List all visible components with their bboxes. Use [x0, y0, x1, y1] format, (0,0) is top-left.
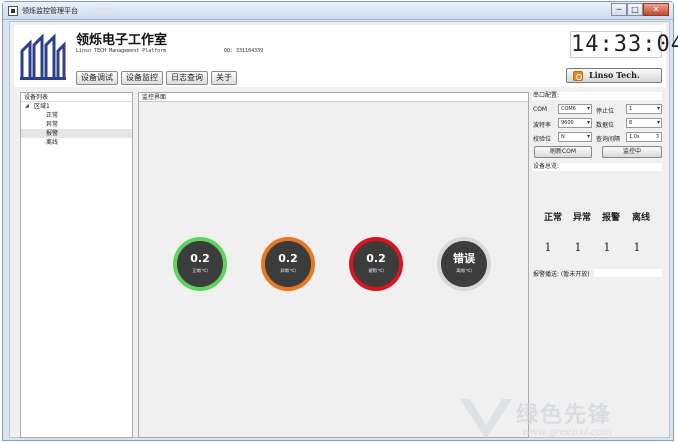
baud-label: 波特率: [533, 122, 552, 129]
gauge-label: 离线(℃): [456, 268, 472, 273]
minimize-button[interactable]: ─: [611, 3, 627, 16]
app-icon: [8, 6, 18, 16]
brand-button-label: Linso Tech.: [589, 70, 640, 80]
gauge-value: 0.2: [366, 252, 386, 265]
nav-device-monitor-button[interactable]: 设备监控: [121, 71, 163, 85]
overview-header-normal: 正常: [543, 213, 562, 223]
window-controls: ─ □ ✕: [611, 3, 669, 16]
stopbit-select[interactable]: 1: [626, 104, 662, 114]
gauge-alarm: 0.2 报警(℃): [349, 237, 403, 291]
gauge-value: 错误: [453, 252, 475, 265]
config-panel: 串口配置: COM COM6 停止位 1 波特率 9600 数据位 8 校验位 …: [532, 90, 666, 438]
parity-select[interactable]: N: [558, 132, 592, 142]
client-area: 领烁电子工作室 Linso TECH Management Platform Q…: [9, 21, 678, 438]
gauge-value: 0.2: [278, 252, 298, 265]
company-name: 领烁电子工作室: [76, 33, 168, 48]
gauge-normal: 0.2 正常(℃): [173, 237, 227, 291]
device-list-header: 设备列表: [21, 93, 132, 102]
maximize-button[interactable]: □: [627, 3, 643, 16]
device-list-panel: 设备列表 ◢ 区域1 正常 异常 报警 离线: [20, 92, 133, 438]
refresh-com-button[interactable]: 刷新COM: [534, 146, 592, 158]
gauge-label: 报警(℃): [368, 268, 384, 273]
gauge-value: 0.2: [190, 252, 210, 265]
monitoring-button[interactable]: 监控中: [602, 146, 662, 158]
tree-item-alarm[interactable]: 报警: [21, 129, 132, 138]
nav-log-query-button[interactable]: 日志查询: [166, 71, 208, 85]
window-title: 领烁监控管理平台: [22, 7, 78, 15]
close-button[interactable]: ✕: [643, 3, 669, 16]
overview-count-abnormal: 1: [574, 241, 582, 254]
gauge-label: 异常(℃): [280, 268, 296, 273]
interval-spinbox[interactable]: 1.0s: [626, 132, 662, 142]
gauge-offline: 错误 离线(℃): [437, 237, 491, 291]
header-panel: 领烁电子工作室 Linso TECH Management Platform Q…: [14, 25, 678, 87]
tree-node-label: 区域1: [34, 103, 50, 110]
brand-icon: [573, 71, 583, 81]
monitor-header: 监控界面: [139, 93, 528, 102]
platform-name: Linso TECH Management Platform: [76, 48, 167, 54]
overview-header-offline: 离线: [631, 213, 650, 223]
monitor-panel: 监控界面 0.2 正常(℃) 0.2 异常(℃) 0.2 报警(℃) 错误 离线…: [138, 92, 529, 438]
alarm-broadcast-label: 报警播送: (暂未开放): [533, 271, 590, 278]
alarm-broadcast-field: [594, 269, 662, 277]
com-label: COM: [533, 106, 548, 113]
nav-bar: 设备调试 设备监控 日志查询 关于: [76, 71, 237, 85]
device-overview-label: 设备总览:: [532, 163, 662, 171]
title-bar[interactable]: 领烁监控管理平台 ─ □ ✕: [3, 2, 673, 20]
tree-item-normal[interactable]: 正常: [21, 111, 132, 120]
interval-label: 查询间隔: [596, 136, 621, 143]
databit-label: 数据位: [596, 122, 615, 129]
expand-arrow-icon[interactable]: ◢: [25, 102, 29, 111]
com-select[interactable]: COM6: [558, 104, 592, 114]
parity-label: 校验位: [533, 136, 552, 143]
baud-select[interactable]: 9600: [558, 118, 592, 128]
stopbit-label: 停止位: [596, 108, 615, 115]
overview-count-alarm: 1: [603, 241, 611, 254]
tree-node-region1[interactable]: ◢ 区域1: [21, 102, 132, 111]
qq-contact: QQ: 331104339: [224, 48, 264, 54]
tree-item-offline[interactable]: 离线: [21, 138, 132, 147]
gauge-label: 正常(℃): [192, 268, 208, 273]
serial-config-label: 串口配置:: [532, 92, 662, 100]
overview-count-normal: 1: [544, 241, 552, 254]
overview-header-abnormal: 异常: [572, 213, 591, 223]
nav-device-debug-button[interactable]: 设备调试: [76, 71, 118, 85]
digital-clock: 14:33:04: [570, 31, 678, 58]
brand-button[interactable]: Linso Tech.: [566, 68, 662, 83]
databit-select[interactable]: 8: [626, 118, 662, 128]
overview-header-alarm: 报警: [601, 213, 620, 223]
title-bar-blur: [93, 7, 115, 13]
tree-item-abnormal[interactable]: 异常: [21, 120, 132, 129]
nav-about-button[interactable]: 关于: [211, 71, 237, 85]
company-logo-icon: [20, 33, 66, 80]
overview-count-offline: 1: [633, 241, 641, 254]
main-window: 领烁监控管理平台 ─ □ ✕ 领烁电子工作室 Linso TECH Manage…: [2, 1, 678, 441]
gauge-abnormal: 0.2 异常(℃): [261, 237, 315, 291]
